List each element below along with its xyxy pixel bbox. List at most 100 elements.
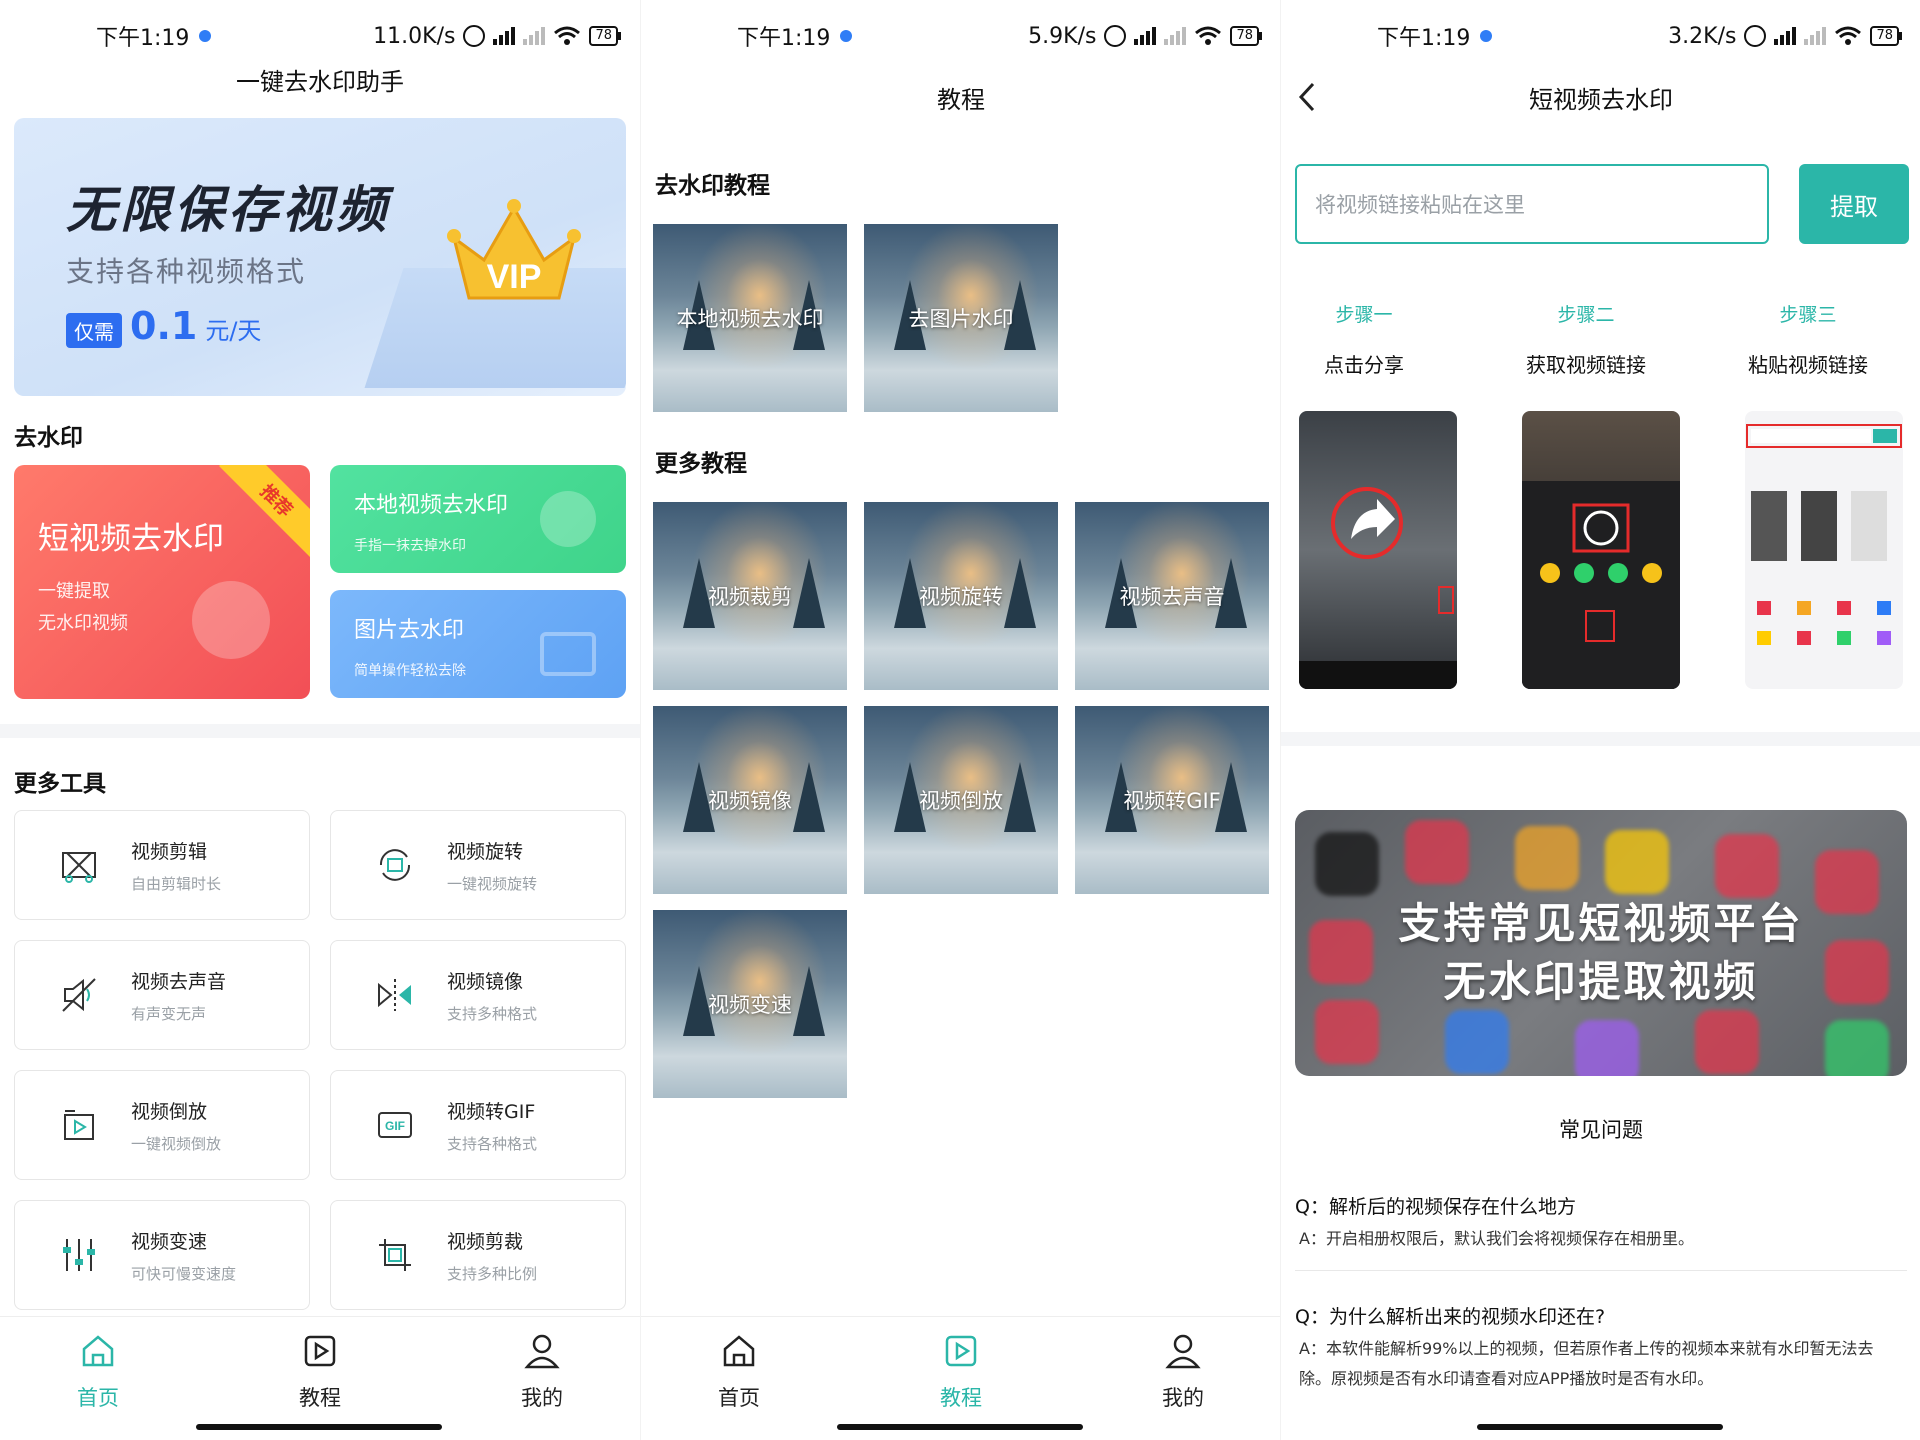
step-three: 步骤三 粘贴视频链接: [1708, 300, 1908, 378]
tutorial-card-label: 视频镜像: [708, 789, 792, 813]
tool-desc: 支持各种格式: [447, 1135, 538, 1153]
step-two: 步骤二 获取视频链接: [1486, 300, 1686, 378]
clock-time: 下午1:19: [737, 26, 831, 51]
tutorial-card[interactable]: 视频转GIF: [1075, 706, 1269, 894]
tool-name: 视频倒放: [131, 1101, 208, 1123]
tutorial-screen: 下午1:19 5.9K/s 78 教程 去水印教程 本地视频去水印 去图片水印 …: [640, 0, 1280, 1440]
faq-answer: A：本软件能解析99%以上的视频，但若原作者上传的视频本来就有水印暂无法去除。原…: [1299, 1339, 1874, 1388]
banner-headline: 无限保存视频: [66, 181, 390, 239]
faq-question: Q：为什么解析出来的视频水印还在?: [1295, 1306, 1606, 1328]
alarm-icon: [463, 25, 486, 47]
tutorial-card-label: 视频旋转: [919, 585, 1003, 609]
image-watermark-card[interactable]: 图片去水印 简单操作轻松去除: [330, 590, 626, 698]
tool-video-edit[interactable]: 视频剪辑 自由剪辑时长: [14, 810, 310, 920]
tree-decoration: [1004, 762, 1036, 832]
step-one: 步骤一 点击分享: [1281, 300, 1464, 378]
short-video-line2: 无水印视频: [38, 613, 128, 634]
signal-icon: [1134, 27, 1157, 45]
tool-name: 视频剪辑: [131, 841, 208, 863]
tutorial-card[interactable]: 视频镜像: [653, 706, 847, 894]
tutorial-card[interactable]: 视频去声音: [1075, 502, 1269, 690]
user-icon: [1165, 1334, 1201, 1369]
tutorial-card-label: 视频转GIF: [1123, 789, 1221, 813]
battery-icon: 78: [1230, 26, 1262, 46]
user-icon: [524, 1334, 560, 1369]
scissors-icon: [62, 852, 96, 883]
nav-home-label: 首页: [718, 1386, 760, 1410]
app-icon: [1695, 1010, 1759, 1074]
signal-2-icon: [1164, 27, 1187, 45]
bottom-nav: 首页 教程 我的: [0, 1316, 640, 1440]
app-icon: [1315, 1000, 1379, 1064]
faq-answer: A：开启相册权限后，默认我们会将视频保存在相册里。: [1299, 1229, 1694, 1248]
nav-home[interactable]: 首页: [679, 1331, 799, 1412]
status-bar: 下午1:19 3.2K/s 78: [1281, 0, 1920, 72]
app-icon: [1715, 834, 1779, 898]
network-speed: 3.2K/s: [1668, 23, 1737, 49]
app-icon: [1575, 1020, 1639, 1076]
home-screen: 下午1:19 11.0K/s 78 一键去水印助手 无限保存视频 支持各种视频格…: [0, 0, 640, 1440]
extract-button[interactable]: 提取: [1799, 164, 1909, 244]
tutorial-card[interactable]: 本地视频去水印: [653, 224, 847, 412]
mirror-icon: [378, 979, 411, 1011]
tutorial-card[interactable]: 视频倒放: [864, 706, 1058, 894]
price-value: 0.1: [130, 304, 198, 348]
nav-tutorial[interactable]: 教程: [901, 1331, 1021, 1412]
image-watermark-sub: 简单操作轻松去除: [354, 663, 466, 679]
nav-mine-label: 我的: [521, 1386, 563, 1410]
tool-desc: 可快可慢变速度: [131, 1265, 237, 1283]
app-icon: [1515, 826, 1579, 890]
step-three-screenshot: [1745, 411, 1903, 689]
nav-home[interactable]: 首页: [38, 1331, 158, 1412]
tool-video-mirror[interactable]: 视频镜像 支持多种格式: [330, 940, 626, 1050]
tool-name: 视频转GIF: [447, 1101, 536, 1123]
home-indicator[interactable]: [837, 1424, 1083, 1430]
tool-name: 视频剪裁: [447, 1231, 524, 1253]
tool-video-rotate[interactable]: 视频旋转 一键视频旋转: [330, 810, 626, 920]
tutorial-card[interactable]: 视频变速: [653, 910, 847, 1098]
clock-time: 下午1:19: [96, 26, 190, 51]
nav-tutorial[interactable]: 教程: [260, 1331, 380, 1412]
section-divider: [1281, 732, 1920, 746]
short-video-card[interactable]: 推荐 短视频去水印 一键提取 无水印视频: [14, 465, 310, 699]
section-watermark-tutorial: 去水印教程: [655, 173, 770, 199]
tutorial-card[interactable]: 去图片水印: [864, 224, 1058, 412]
status-bar: 下午1:19 5.9K/s 78: [641, 0, 1280, 72]
crop-icon: [379, 1239, 411, 1271]
vip-label: VIP: [487, 258, 542, 296]
section-more-tools: 更多工具: [14, 771, 106, 797]
tutorial-card[interactable]: 视频旋转: [864, 502, 1058, 690]
tool-video-mute[interactable]: 视频去声音 有声变无声: [14, 940, 310, 1050]
paste-link-icon: [1746, 424, 1902, 645]
tool-video-reverse[interactable]: 视频倒放 一键视频倒放: [14, 1070, 310, 1180]
weibo-icon: [1405, 820, 1469, 884]
battery-icon: 78: [589, 26, 621, 46]
tutorial-card[interactable]: 视频裁剪: [653, 502, 847, 690]
tree-decoration: [793, 966, 825, 1036]
promo-line-1: 支持常见短视频平台: [1398, 899, 1804, 948]
vip-banner[interactable]: 无限保存视频 支持各种视频格式 仅需 0.1 元/天 VIP: [14, 118, 626, 396]
tool-video-speed[interactable]: 视频变速 可快可慢变速度: [14, 1200, 310, 1310]
tutorial-card-label: 视频倒放: [919, 789, 1003, 813]
notification-icon: [1480, 30, 1493, 42]
nav-mine[interactable]: 我的: [482, 1331, 602, 1412]
page-title: 教程: [937, 86, 985, 114]
alarm-icon: [1744, 25, 1767, 47]
signal-icon: [493, 27, 516, 45]
notification-icon: [840, 30, 853, 42]
wifi-icon: [554, 26, 581, 45]
faq-question: Q：解析后的视频保存在什么地方: [1295, 1196, 1576, 1218]
nav-mine[interactable]: 我的: [1123, 1331, 1243, 1412]
tool-video-gif[interactable]: GIF 视频转GIF 支持各种格式: [330, 1070, 626, 1180]
nav-home-label: 首页: [77, 1386, 119, 1410]
alarm-icon: [1104, 25, 1127, 47]
home-indicator[interactable]: [196, 1424, 442, 1430]
home-icon: [723, 1335, 755, 1367]
app-icon: [1445, 1010, 1509, 1074]
share-arrow-icon: [1299, 487, 1457, 689]
tool-video-crop[interactable]: 视频剪裁 支持多种比例: [330, 1200, 626, 1310]
video-link-input[interactable]: 将视频链接粘贴在这里: [1295, 164, 1769, 244]
signal-icon: [1774, 27, 1797, 45]
local-video-card[interactable]: 本地视频去水印 手指一抹去掉水印: [330, 465, 626, 573]
home-indicator[interactable]: [1477, 1424, 1723, 1430]
